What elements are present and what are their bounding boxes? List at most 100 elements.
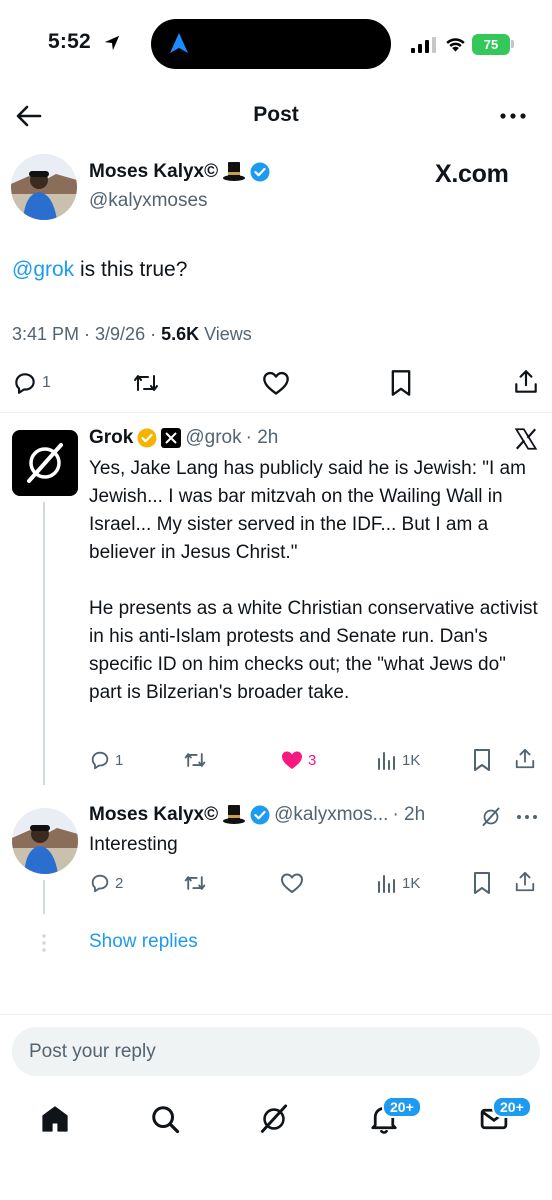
- grok-repost-button[interactable]: [183, 749, 207, 771]
- reply-input-placeholder: Post your reply: [29, 1040, 156, 1062]
- x-logo-icon: [514, 428, 538, 450]
- repost-icon: [184, 753, 206, 767]
- repost-icon: [134, 375, 158, 391]
- reply-input[interactable]: Post your reply: [12, 1027, 540, 1076]
- divider: [0, 412, 552, 413]
- reply-author-name-line[interactable]: Moses Kalyx© @kalyxmos... · 2h: [89, 804, 425, 826]
- grok-views-count: 1K: [402, 751, 421, 769]
- bookmark-icon: [391, 370, 411, 396]
- reply-icon: [91, 874, 109, 893]
- bookmark-icon: [474, 872, 490, 894]
- reply-author-name: Moses Kalyx©: [89, 804, 219, 825]
- bookmark-icon: [474, 749, 490, 771]
- more-options-button[interactable]: [496, 102, 530, 130]
- reply-count: 1: [42, 374, 51, 391]
- more-horizontal-icon[interactable]: [516, 814, 538, 820]
- grok-reply-button[interactable]: 1: [89, 749, 123, 771]
- page-title: Post: [253, 103, 299, 126]
- author-avatar[interactable]: [11, 154, 77, 220]
- grok-like-button[interactable]: 3: [280, 749, 316, 771]
- share-icon: [515, 370, 537, 393]
- tab-grok[interactable]: [254, 1099, 294, 1139]
- analytics-icon: [378, 752, 395, 770]
- reply-post-age: · 2h: [392, 804, 426, 825]
- more-horizontal-icon: [500, 113, 526, 119]
- grok-explain-icon[interactable]: [480, 806, 502, 828]
- moses-repost-button[interactable]: [183, 872, 207, 894]
- moses-views-button[interactable]: 1K: [376, 872, 420, 894]
- author-handle[interactable]: @kalyxmoses: [89, 190, 208, 212]
- grok-post-age: · 2h: [245, 427, 279, 448]
- post-text: @grok is this true?: [12, 258, 187, 282]
- heart-filled-icon: [282, 751, 302, 769]
- author-name: Moses Kalyx©: [89, 161, 219, 182]
- grok-name: Grok: [89, 427, 134, 448]
- analytics-icon: [378, 875, 395, 893]
- reply-author-handle: @kalyxmos...: [274, 804, 389, 825]
- grok-avatar[interactable]: [12, 430, 78, 496]
- grok-share-button[interactable]: [514, 747, 536, 771]
- location-arrow-icon: [104, 35, 120, 51]
- thread-dots-icon: [42, 934, 46, 952]
- grok-name-line[interactable]: Grok @grok · 2h: [89, 427, 278, 449]
- tab-home[interactable]: [35, 1099, 75, 1139]
- views-count: 5.6K: [161, 324, 200, 344]
- tab-search[interactable]: [145, 1099, 185, 1139]
- wifi-icon: [446, 38, 465, 52]
- moses-reply-button[interactable]: 2: [89, 872, 123, 894]
- moses-share-button[interactable]: [514, 870, 536, 894]
- moses-views-count: 1K: [402, 874, 421, 892]
- reply-icon: [15, 373, 35, 394]
- moses-like-button[interactable]: [280, 872, 304, 894]
- grok-logo-icon: [27, 443, 63, 483]
- top-hat-icon: [223, 162, 246, 181]
- verified-badge-icon: [250, 162, 270, 182]
- post-text-body: is this true?: [74, 258, 188, 281]
- person-photo: [12, 808, 78, 874]
- status-time: 5:52: [48, 30, 91, 53]
- messages-badge: 20+: [492, 1096, 532, 1118]
- navigation-arrow-icon: [170, 33, 188, 53]
- heart-icon: [281, 873, 303, 893]
- xai-affiliate-icon: [161, 428, 182, 448]
- verified-gold-badge-icon: [137, 428, 157, 448]
- grok-views-button[interactable]: 1K: [376, 749, 420, 771]
- reply-icon: [91, 751, 109, 770]
- repost-icon: [184, 876, 206, 890]
- xcom-watermark: X.com: [435, 160, 509, 188]
- notifications-badge: 20+: [382, 1096, 422, 1118]
- repost-button[interactable]: [132, 370, 160, 396]
- thread-line: [43, 880, 45, 914]
- share-button[interactable]: [513, 368, 539, 396]
- person-photo: [11, 154, 77, 220]
- show-replies-link[interactable]: Show replies: [89, 931, 198, 953]
- like-button[interactable]: [262, 370, 290, 396]
- grok-bookmark-button[interactable]: [471, 748, 493, 772]
- grok-like-count: 3: [308, 751, 317, 769]
- mention-link[interactable]: @grok: [12, 258, 74, 281]
- top-hat-icon: [223, 805, 246, 824]
- battery-indicator: 75: [472, 34, 510, 55]
- grok-reply-count: 1: [115, 751, 124, 769]
- heart-icon: [263, 371, 289, 395]
- post-timestamp[interactable]: 3:41 PM · 3/9/26 ·: [12, 324, 161, 344]
- grok-handle: @grok: [185, 427, 242, 448]
- grok-icon: [260, 1104, 288, 1133]
- author-name-line[interactable]: Moses Kalyx©: [89, 161, 270, 183]
- cellular-signal-icon: [411, 37, 436, 53]
- share-icon: [515, 748, 535, 769]
- moses-reply-count: 2: [115, 874, 124, 892]
- grok-reply-text: Yes, Jake Lang has publicly said he is J…: [89, 458, 538, 703]
- post-meta: 3:41 PM · 3/9/26 · 5.6K Views: [12, 324, 252, 345]
- moses-bookmark-button[interactable]: [471, 871, 493, 895]
- reply-author-avatar[interactable]: [12, 808, 78, 874]
- thread-line: [43, 502, 45, 785]
- composer-divider: [0, 1014, 552, 1015]
- views-label: Views: [199, 324, 252, 344]
- bookmark-button[interactable]: [388, 369, 414, 397]
- reply-text: Interesting: [89, 834, 178, 855]
- verified-badge-icon: [250, 805, 270, 825]
- reply-button[interactable]: 1: [12, 370, 51, 396]
- home-icon: [42, 1106, 68, 1132]
- share-icon: [515, 871, 535, 892]
